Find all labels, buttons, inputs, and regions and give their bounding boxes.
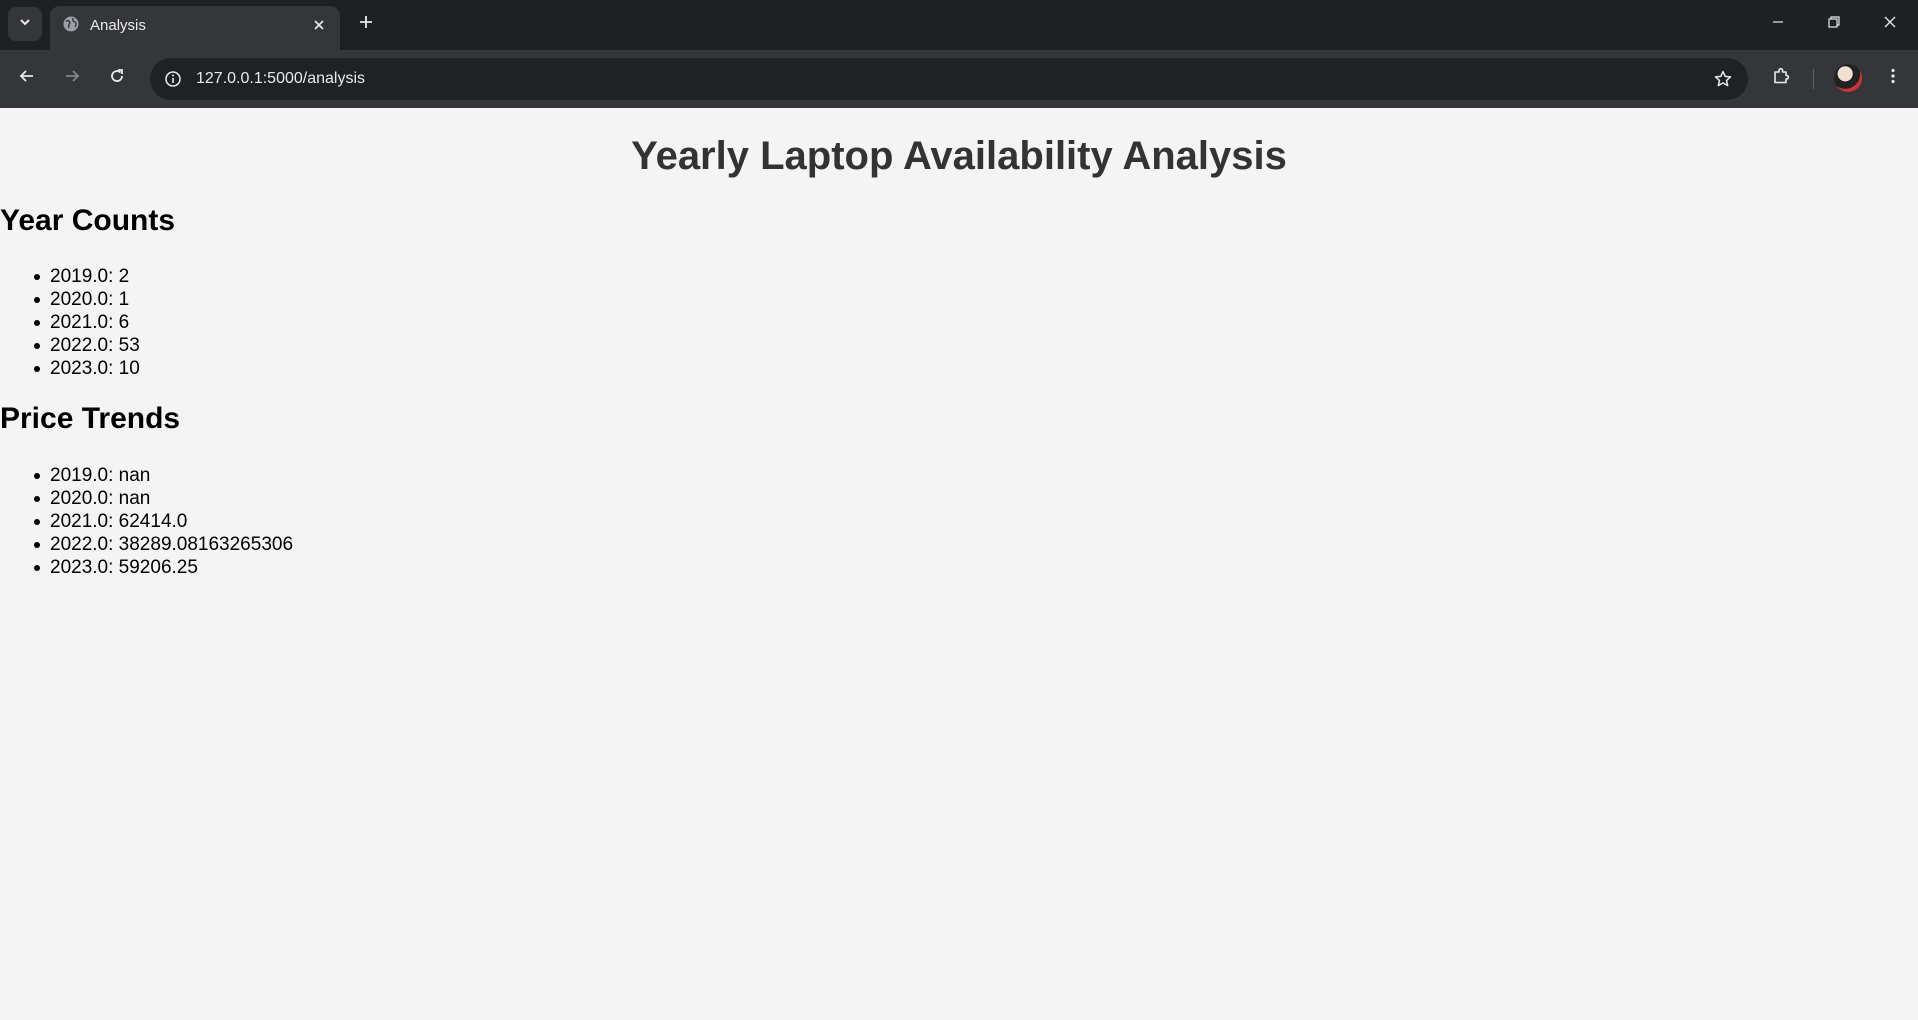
back-button[interactable]: [10, 61, 44, 95]
new-tab-button[interactable]: [352, 10, 380, 38]
list-item: 2019.0: nan: [28, 464, 293, 487]
plus-icon: [358, 14, 374, 35]
browser-menu-button[interactable]: [1876, 61, 1910, 95]
url-text[interactable]: 127.0.0.1:5000/analysis: [196, 70, 365, 88]
list-item: 2021.0: 6: [28, 311, 140, 334]
browser-toolbar: 127.0.0.1:5000/analysis: [0, 50, 1918, 108]
arrow-right-icon: [63, 67, 81, 90]
close-window-button[interactable]: [1862, 0, 1918, 48]
browser-titlebar: Analysis: [0, 0, 1918, 50]
arrow-left-icon: [18, 67, 36, 90]
tab-title: Analysis: [90, 17, 146, 34]
close-icon: [1883, 15, 1897, 34]
year-counts-heading: Year Counts: [0, 204, 176, 237]
tab-search-button[interactable]: [8, 7, 42, 41]
avatar[interactable]: [1834, 64, 1862, 92]
list-item: 2020.0: 1: [28, 288, 140, 311]
puzzle-icon: [1771, 66, 1791, 91]
price-trends-list: 2019.0: nan 2020.0: nan 2021.0: 62414.0 …: [28, 464, 293, 579]
minimize-icon: [1771, 15, 1785, 34]
close-icon[interactable]: [308, 14, 330, 36]
list-item: 2021.0: 62414.0: [28, 510, 293, 533]
price-trends-heading: Price Trends: [0, 402, 181, 435]
more-vertical-icon: [1884, 67, 1902, 90]
list-item: 2023.0: 10: [28, 357, 140, 380]
list-item: 2020.0: nan: [28, 487, 293, 510]
address-bar[interactable]: 127.0.0.1:5000/analysis: [150, 58, 1748, 100]
extensions-button[interactable]: [1764, 61, 1798, 95]
restore-icon: [1827, 15, 1841, 34]
restore-button[interactable]: [1806, 0, 1862, 48]
list-item: 2023.0: 59206.25: [28, 556, 293, 579]
list-item: 2019.0: 2: [28, 265, 140, 288]
reload-icon: [108, 67, 126, 90]
page-title: Yearly Laptop Availability Analysis: [631, 134, 1287, 178]
year-counts-list: 2019.0: 2 2020.0: 1 2021.0: 6 2022.0: 53…: [28, 265, 140, 380]
star-icon[interactable]: [1710, 66, 1736, 92]
list-item: 2022.0: 53: [28, 334, 140, 357]
page-content: Yearly Laptop Availability Analysis Year…: [0, 108, 1918, 1020]
minimize-button[interactable]: [1750, 0, 1806, 48]
reload-button[interactable]: [100, 61, 134, 95]
globe-icon: [62, 15, 80, 33]
info-icon[interactable]: [160, 66, 186, 92]
chevron-down-icon: [18, 15, 32, 34]
forward-button[interactable]: [55, 61, 89, 95]
tab-analysis[interactable]: Analysis: [50, 6, 340, 50]
list-item: 2022.0: 38289.08163265306: [28, 533, 293, 556]
toolbar-divider: [1813, 69, 1814, 89]
